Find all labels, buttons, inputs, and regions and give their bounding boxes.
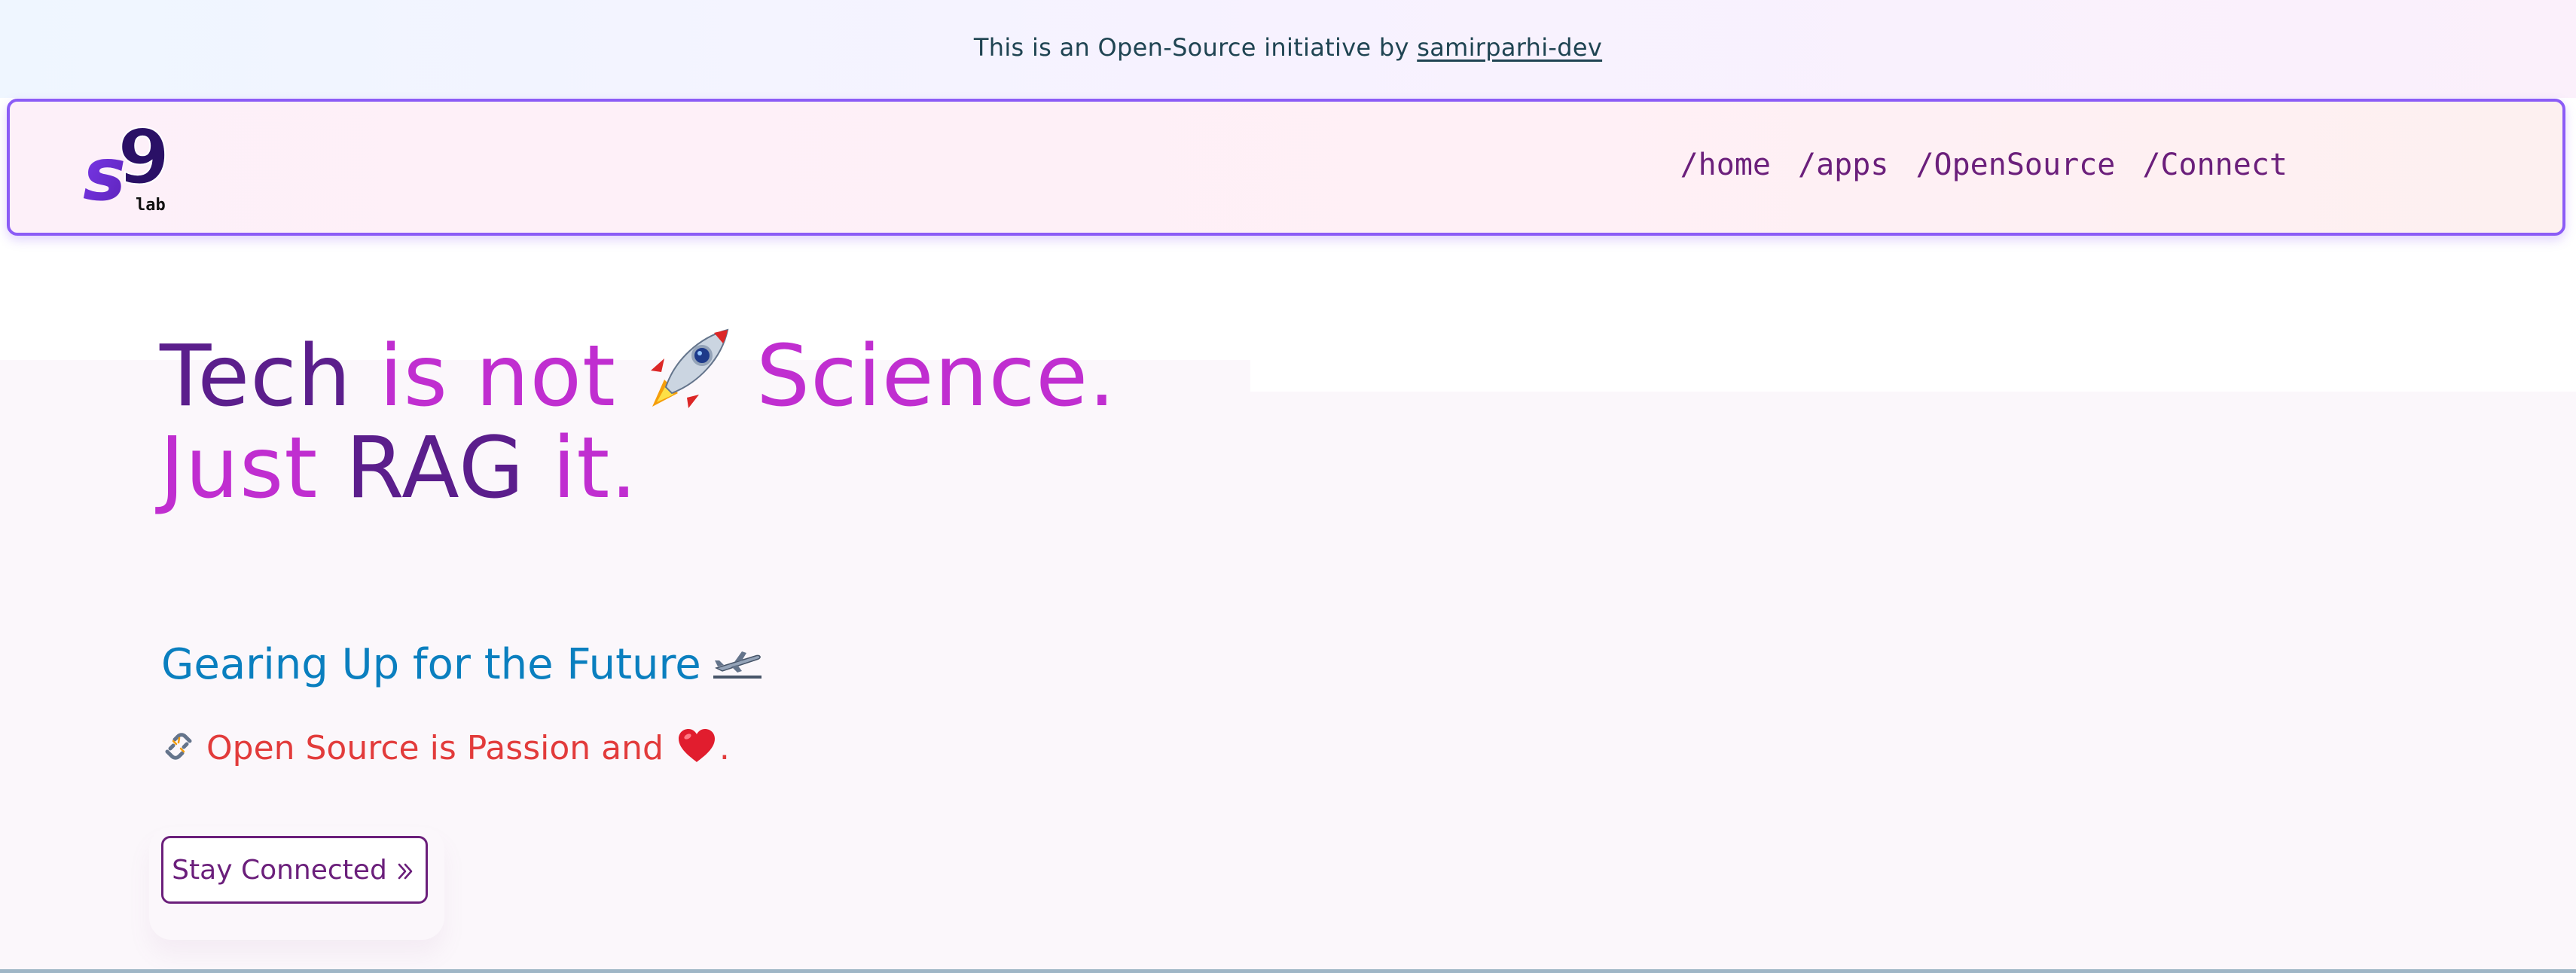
nav-home[interactable]: /home xyxy=(1680,148,1771,182)
headline-line-2: Just RAG it. xyxy=(160,422,1116,514)
navbar: s 9 lab /home /apps /OpenSource /Connect xyxy=(7,99,2565,236)
site-logo[interactable]: s 9 lab xyxy=(81,112,179,217)
nav-connect[interactable]: /Connect xyxy=(2142,148,2288,182)
tagline-end: . xyxy=(719,729,730,767)
headline-word-rag: RAG xyxy=(345,419,525,517)
red-heart-icon xyxy=(677,727,716,764)
headline-word-it: it. xyxy=(552,419,638,517)
subtitle-text: Gearing Up for the Future xyxy=(161,640,701,689)
headline-word-tech: Tech xyxy=(160,328,352,425)
main-nav: /home /apps /OpenSource /Connect xyxy=(1680,148,2288,182)
announcement-bar: This is an Open-Source initiative by sam… xyxy=(0,0,2576,98)
broken-chain-icon xyxy=(161,729,196,764)
hero-background-edge xyxy=(1250,360,2576,392)
airplane-departure-icon xyxy=(712,642,763,679)
nav-opensource[interactable]: /OpenSource xyxy=(1915,148,2115,182)
logo-nine: 9 xyxy=(118,118,170,201)
nav-apps[interactable]: /apps xyxy=(1798,148,1888,182)
headline-word-just: Just xyxy=(160,419,319,517)
double-chevron-right-icon xyxy=(395,859,417,881)
page: This is an Open-Source initiative by sam… xyxy=(0,0,2576,973)
stay-connected-button[interactable]: Stay Connected xyxy=(161,836,428,904)
announcement-text: This is an Open-Source initiative by sam… xyxy=(0,33,2576,62)
hero-tagline: Open Source is Passion and . xyxy=(161,727,730,767)
logo-lab: lab xyxy=(136,196,166,215)
logo-icon: s 9 lab xyxy=(83,112,171,217)
announcement-prefix: This is an Open-Source initiative by xyxy=(973,33,1418,62)
headline-line-1: Tech is not Science. xyxy=(160,325,1116,422)
hero-subtitle: Gearing Up for the Future xyxy=(161,640,763,689)
hero-headline: Tech is not Science. Just RAG it. xyxy=(160,325,1116,514)
tagline-text: Open Source is Passion and xyxy=(206,729,664,767)
author-link[interactable]: samirparhi-dev xyxy=(1417,33,1602,62)
headline-word-science: Science. xyxy=(755,328,1116,425)
bottom-border xyxy=(0,969,2576,973)
cta-label: Stay Connected xyxy=(172,854,387,886)
rocket-icon xyxy=(639,325,735,416)
headline-words-is-not: is not xyxy=(379,328,616,425)
